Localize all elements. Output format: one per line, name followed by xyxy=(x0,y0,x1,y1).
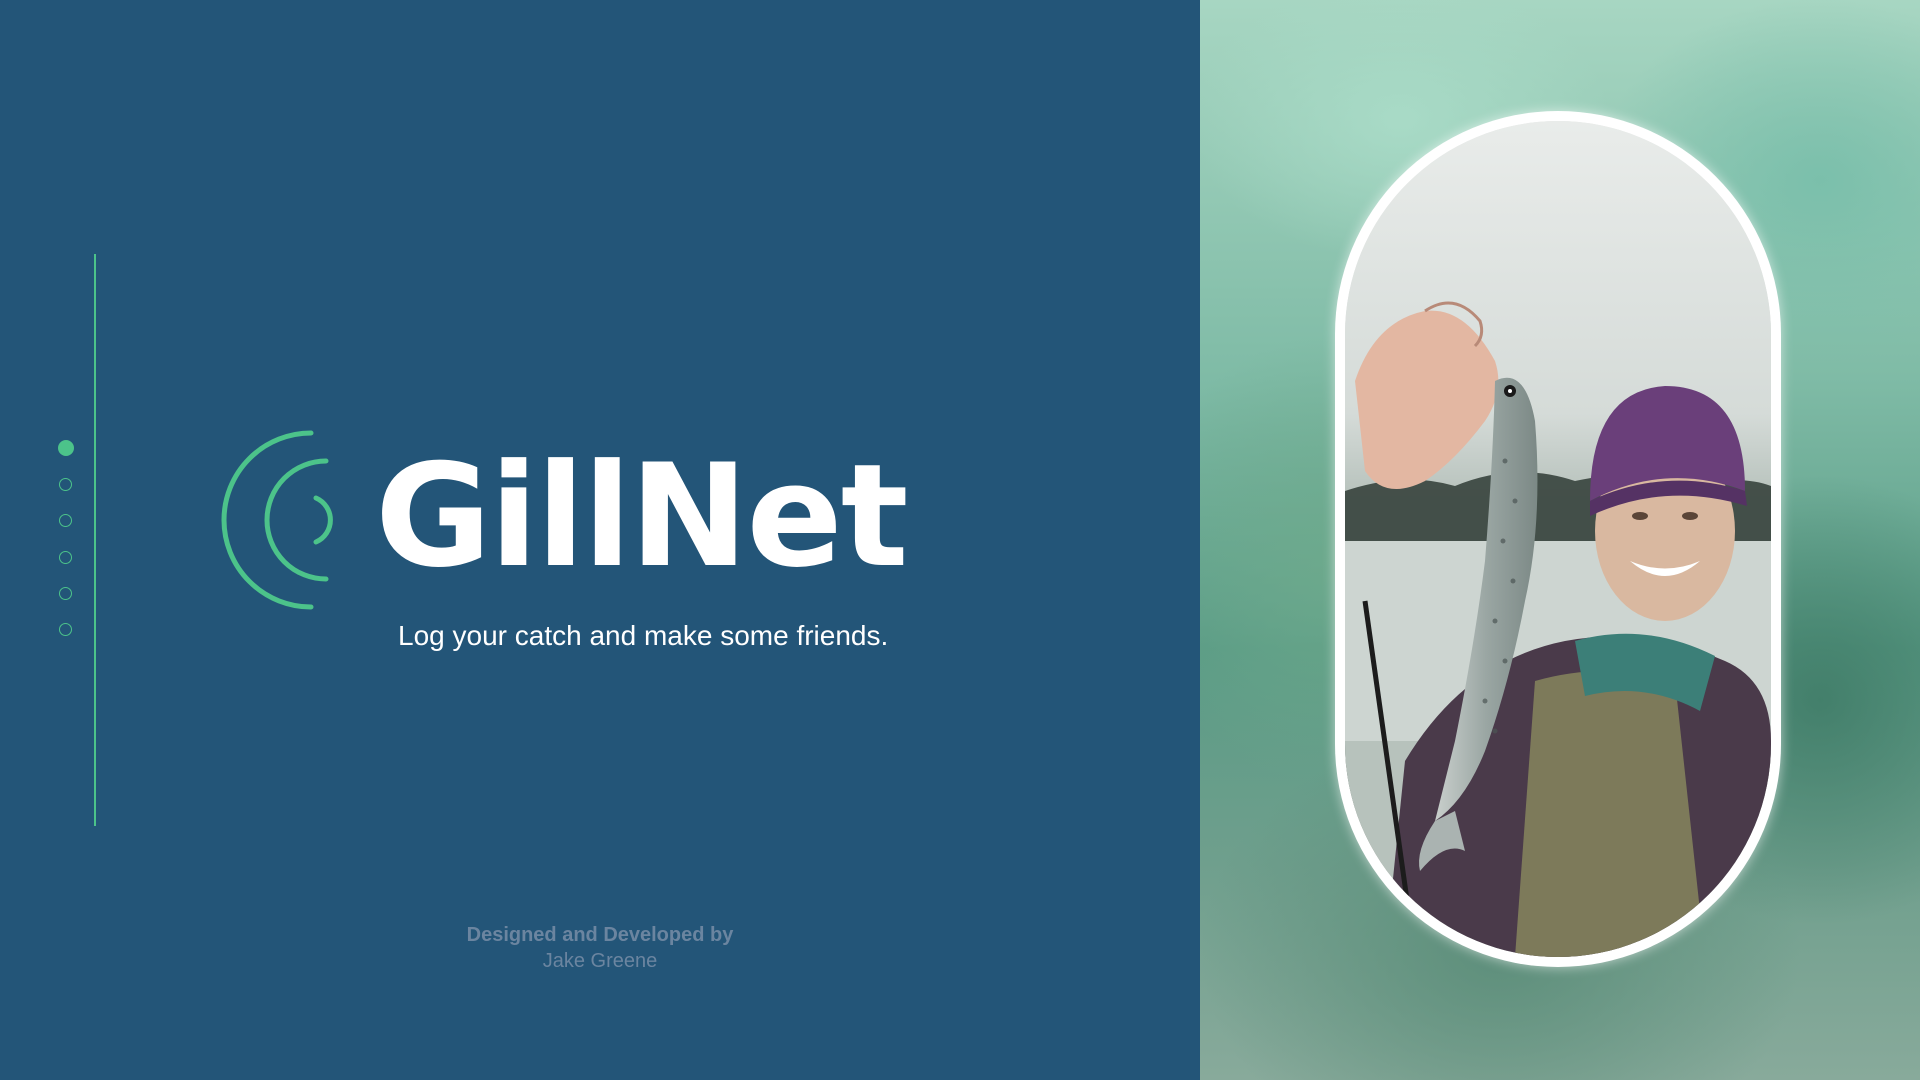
page-dot-5[interactable] xyxy=(59,587,72,600)
credits-label: Designed and Developed by xyxy=(466,924,734,946)
brand-wordmark: GillNet xyxy=(375,434,909,599)
landing-page: GillNet Log your catch and make some fri… xyxy=(0,0,1920,1080)
page-dot-1[interactable] xyxy=(58,440,74,456)
page-dot-3[interactable] xyxy=(59,514,72,527)
credits: Designed and Developed by Jake Greene xyxy=(400,922,800,974)
intro-panel: GillNet Log your catch and make some fri… xyxy=(0,0,1200,1080)
hero-image-panel xyxy=(1200,0,1920,1080)
page-dot-2[interactable] xyxy=(59,478,72,491)
page-dot-6[interactable] xyxy=(59,623,72,636)
fisherman-holding-trout-photo xyxy=(1345,121,1771,957)
credits-author: Jake Greene xyxy=(542,950,658,972)
progress-rail xyxy=(94,254,96,826)
photo-illustration xyxy=(1345,121,1771,957)
hero-photo-frame xyxy=(1335,111,1781,967)
sonar-logo-icon xyxy=(221,430,333,610)
tagline: Log your catch and make some friends. xyxy=(398,620,889,651)
page-dot-4[interactable] xyxy=(59,551,72,564)
